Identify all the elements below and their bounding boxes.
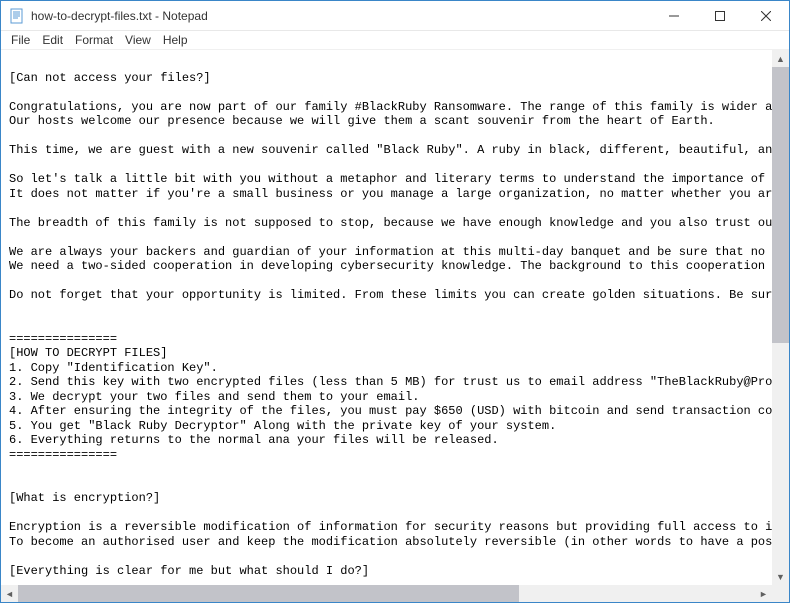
close-button[interactable]: [743, 1, 789, 30]
menu-view[interactable]: View: [119, 31, 157, 49]
scroll-down-button[interactable]: ▼: [772, 568, 789, 585]
window-controls: [651, 1, 789, 30]
scroll-right-button[interactable]: ►: [755, 585, 772, 602]
scroll-v-track[interactable]: [772, 67, 789, 568]
titlebar[interactable]: how-to-decrypt-files.txt - Notepad: [1, 1, 789, 31]
minimize-button[interactable]: [651, 1, 697, 30]
scroll-h-track[interactable]: [18, 585, 755, 602]
scroll-up-button[interactable]: ▲: [772, 50, 789, 67]
scroll-v-thumb[interactable]: [772, 67, 789, 343]
horizontal-scrollbar[interactable]: ◄ ►: [1, 585, 772, 602]
scroll-left-button[interactable]: ◄: [1, 585, 18, 602]
menu-file[interactable]: File: [5, 31, 36, 49]
notepad-window: how-to-decrypt-files.txt - Notepad File …: [0, 0, 790, 603]
scroll-h-thumb[interactable]: [18, 585, 519, 602]
maximize-button[interactable]: [697, 1, 743, 30]
window-title: how-to-decrypt-files.txt - Notepad: [31, 9, 651, 23]
menu-format[interactable]: Format: [69, 31, 119, 49]
menubar: File Edit Format View Help: [1, 31, 789, 50]
vertical-scrollbar[interactable]: ▲ ▼: [772, 50, 789, 585]
notepad-icon: [9, 8, 25, 24]
text-content[interactable]: [Can not access your files?] Congratulat…: [1, 50, 772, 585]
editor-area: [Can not access your files?] Congratulat…: [1, 50, 789, 602]
menu-edit[interactable]: Edit: [36, 31, 69, 49]
menu-help[interactable]: Help: [157, 31, 194, 49]
scroll-corner: [772, 585, 789, 602]
